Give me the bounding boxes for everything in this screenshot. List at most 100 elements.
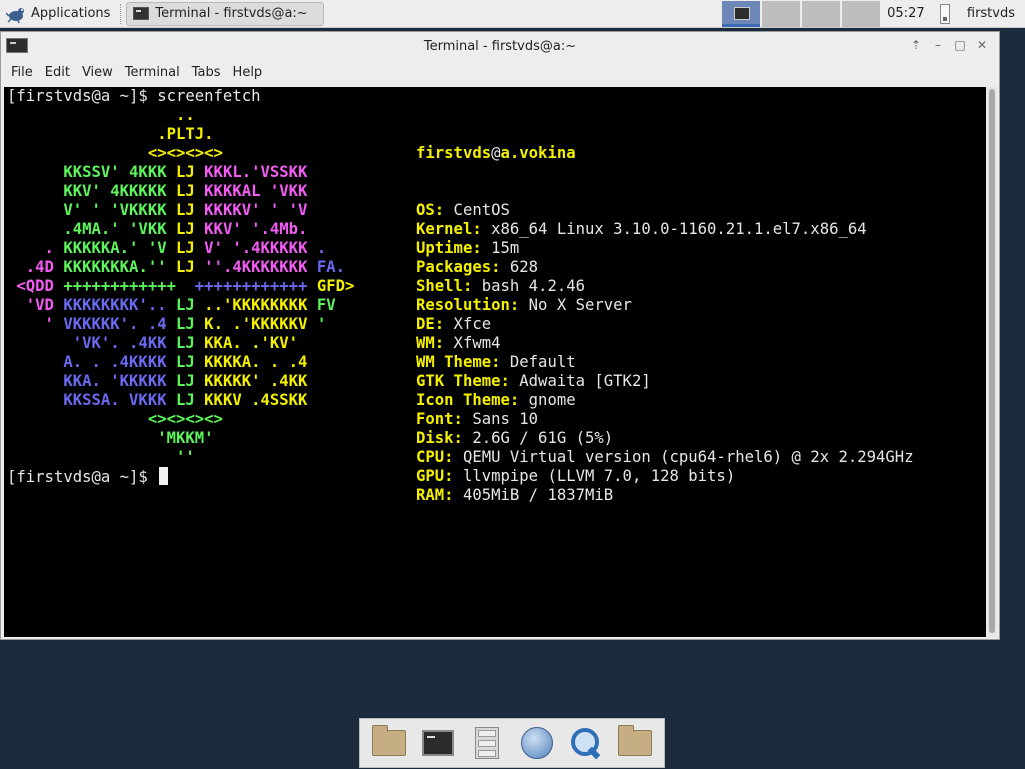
xfce-mouse-icon [6,7,24,23]
shade-icon[interactable]: ⇡ [905,36,927,54]
menu-file[interactable]: File [5,65,39,80]
clock[interactable]: 05:27 [881,6,931,21]
maximize-icon[interactable]: □ [949,36,971,54]
command-line: [firstvds@a ~]$ screenfetch [7,87,261,105]
app-finder-launcher[interactable] [566,723,606,763]
menu-help[interactable]: Help [227,65,269,80]
logo-line: <QDD ++++++++++++ ++++++++++++ GFD> [7,277,355,295]
info-value: 2.6G / 61G (5%) [462,429,614,447]
prompt: [firstvds@a ~]$ [7,468,158,486]
info-key: Packages: [416,258,501,276]
folder-launcher[interactable] [615,723,655,763]
logo-line: '' [7,448,195,466]
info-value: bash 4.2.46 [472,277,586,295]
menu-view[interactable]: View [76,65,119,80]
info-value: gnome [519,391,576,409]
close-icon[interactable]: ✕ [971,36,993,54]
info-key: CPU: [416,448,454,466]
info-key: Kernel: [416,220,482,238]
centos-ascii-logo: .. .PLTJ. <><><><> KKSSV' 4KKK LJ KKKL.'… [7,106,354,467]
power-indicator[interactable] [931,0,959,28]
logo-line: .4D KKKKKKKA.'' LJ ''.4KKKKKKK FA. [7,258,346,276]
file-manager-icon [475,727,500,759]
workspace-2[interactable] [761,0,800,27]
logo-line: KKSSA. VKKK LJ KKKV .4SSKK [7,391,308,409]
terminal-icon [133,7,150,20]
text-cursor [159,467,169,485]
top-panel: Applications Terminal - firstvds@a:~ 05:… [0,0,1025,28]
info-value: Default [500,353,576,371]
info-user: firstvds [416,144,492,162]
workspace-4[interactable] [841,0,880,27]
info-line: GPU: llvmpipe (LLVM 7.0, 128 bits) [416,467,914,486]
panel-separator [120,3,124,24]
info-value: QEMU Virtual version (cpu64-rhel6) @ 2x … [453,448,914,466]
logo-line: KKA. 'KKKKK LJ KKKKK' .4KK [7,372,308,390]
minimize-icon[interactable]: – [927,36,949,54]
web-browser-launcher[interactable] [517,723,557,763]
info-key: OS: [416,201,445,219]
logo-line: 'MKKM' [7,429,214,447]
logo-line: 'VD KKKKKKKK'.. LJ ..'KKKKKKKK FV [7,296,336,314]
info-line: Uptime: 15m [416,239,914,258]
info-line: Font: Sans 10 [416,410,914,429]
taskbar-terminal-button[interactable]: Terminal - firstvds@a:~ [126,1,325,26]
info-key: Icon Theme: [416,391,520,409]
workspace-switcher [721,0,881,28]
menu-edit[interactable]: Edit [39,65,76,80]
info-line: RAM: 405MiB / 1837MiB [416,486,914,505]
taskbar-button-label: Terminal - firstvds@a:~ [155,6,308,21]
user-menu[interactable]: firstvds [959,6,1025,21]
info-line: WM Theme: Default [416,353,914,372]
workspace-1[interactable] [721,0,760,27]
dock [359,718,665,768]
home-folder-launcher[interactable] [369,723,409,763]
file-manager-launcher[interactable] [467,723,507,763]
window-titlebar[interactable]: Terminal - firstvds@a:~ ⇡ – □ ✕ [1,32,999,60]
info-host: a.vokina [500,144,576,162]
info-value: CentOS [444,201,510,219]
info-key: DE: [416,315,445,333]
menubar: File Edit View Terminal Tabs Help [1,60,999,85]
info-line: Icon Theme: gnome [416,391,914,410]
info-line: Shell: bash 4.2.46 [416,277,914,296]
info-line: Disk: 2.6G / 61G (5%) [416,429,914,448]
terminal-scrollbar[interactable] [987,87,997,637]
menu-terminal[interactable]: Terminal [119,65,186,80]
info-line: Resolution: No X Server [416,296,914,315]
logo-line: A. . .4KKKK LJ KKKKA. . .4 [7,353,308,371]
terminal-icon [421,730,454,756]
info-key: GTK Theme: [416,372,510,390]
info-line: WM: Xfwm4 [416,334,914,353]
info-key: Resolution: [416,296,520,314]
applications-label: Applications [31,6,111,21]
system-info: firstvds@a.vokina OS: CentOS Kernel: x86_… [416,106,914,505]
folder-icon [618,725,653,756]
logo-line: KKSSV' 4KKK LJ KKKL.'VSSKK [7,163,308,181]
info-value: x86_64 Linux 3.10.0-1160.21.1.el7.x86_64 [481,220,867,238]
logo-line: .. [7,106,195,124]
workspace-3[interactable] [801,0,840,27]
menu-tabs[interactable]: Tabs [186,65,227,80]
info-key: GPU: [416,467,454,485]
scrollbar-thumb[interactable] [989,89,995,633]
info-key: Shell: [416,277,473,295]
applications-menu-button[interactable]: Applications [0,0,118,28]
logo-line: .PLTJ. [7,125,214,143]
info-line: Kernel: x86_64 Linux 3.10.0-1160.21.1.el… [416,220,914,239]
info-key: Uptime: [416,239,482,257]
info-value: No X Server [519,296,632,314]
terminal-launcher[interactable] [418,723,458,763]
info-line: CPU: QEMU Virtual version (cpu64-rhel6) … [416,448,914,467]
logo-line: <><><><> [7,144,223,162]
info-value: 628 [500,258,539,276]
logo-line: KKV' 4KKKKK LJ KKKKAL 'VKK [7,182,308,200]
info-line: Packages: 628 [416,258,914,277]
info-key: WM: [416,334,445,352]
info-line: OS: CentOS [416,201,914,220]
terminal-area[interactable]: [firstvds@a ~]$ screenfetch .. .PLTJ. <>… [4,87,986,637]
window-buttons: ⇡ – □ ✕ [905,36,993,54]
window-terminal-icon[interactable] [6,38,28,53]
logo-line: ' VKKKKK'. .4 LJ K. .'KKKKKV ' [7,315,327,333]
info-key: Disk: [416,429,463,447]
